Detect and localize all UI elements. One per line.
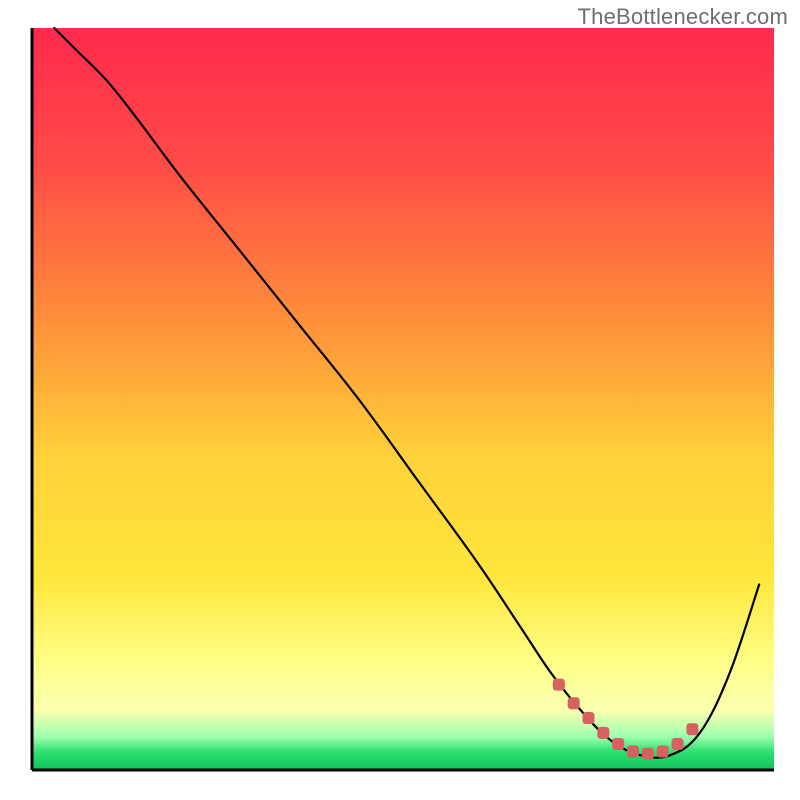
optimal-marker bbox=[568, 697, 580, 709]
optimal-marker bbox=[627, 745, 639, 757]
optimal-marker bbox=[612, 738, 624, 750]
optimal-marker bbox=[686, 723, 698, 735]
optimal-marker bbox=[553, 679, 565, 691]
optimal-marker bbox=[672, 738, 684, 750]
optimal-marker bbox=[597, 727, 609, 739]
watermark-text: TheBottlenecker.com bbox=[578, 4, 788, 30]
plot-background bbox=[32, 28, 774, 770]
bottleneck-chart bbox=[0, 0, 800, 800]
optimal-marker bbox=[583, 712, 595, 724]
optimal-marker bbox=[657, 745, 669, 757]
chart-stage: TheBottlenecker.com bbox=[0, 0, 800, 800]
optimal-marker bbox=[642, 748, 654, 760]
